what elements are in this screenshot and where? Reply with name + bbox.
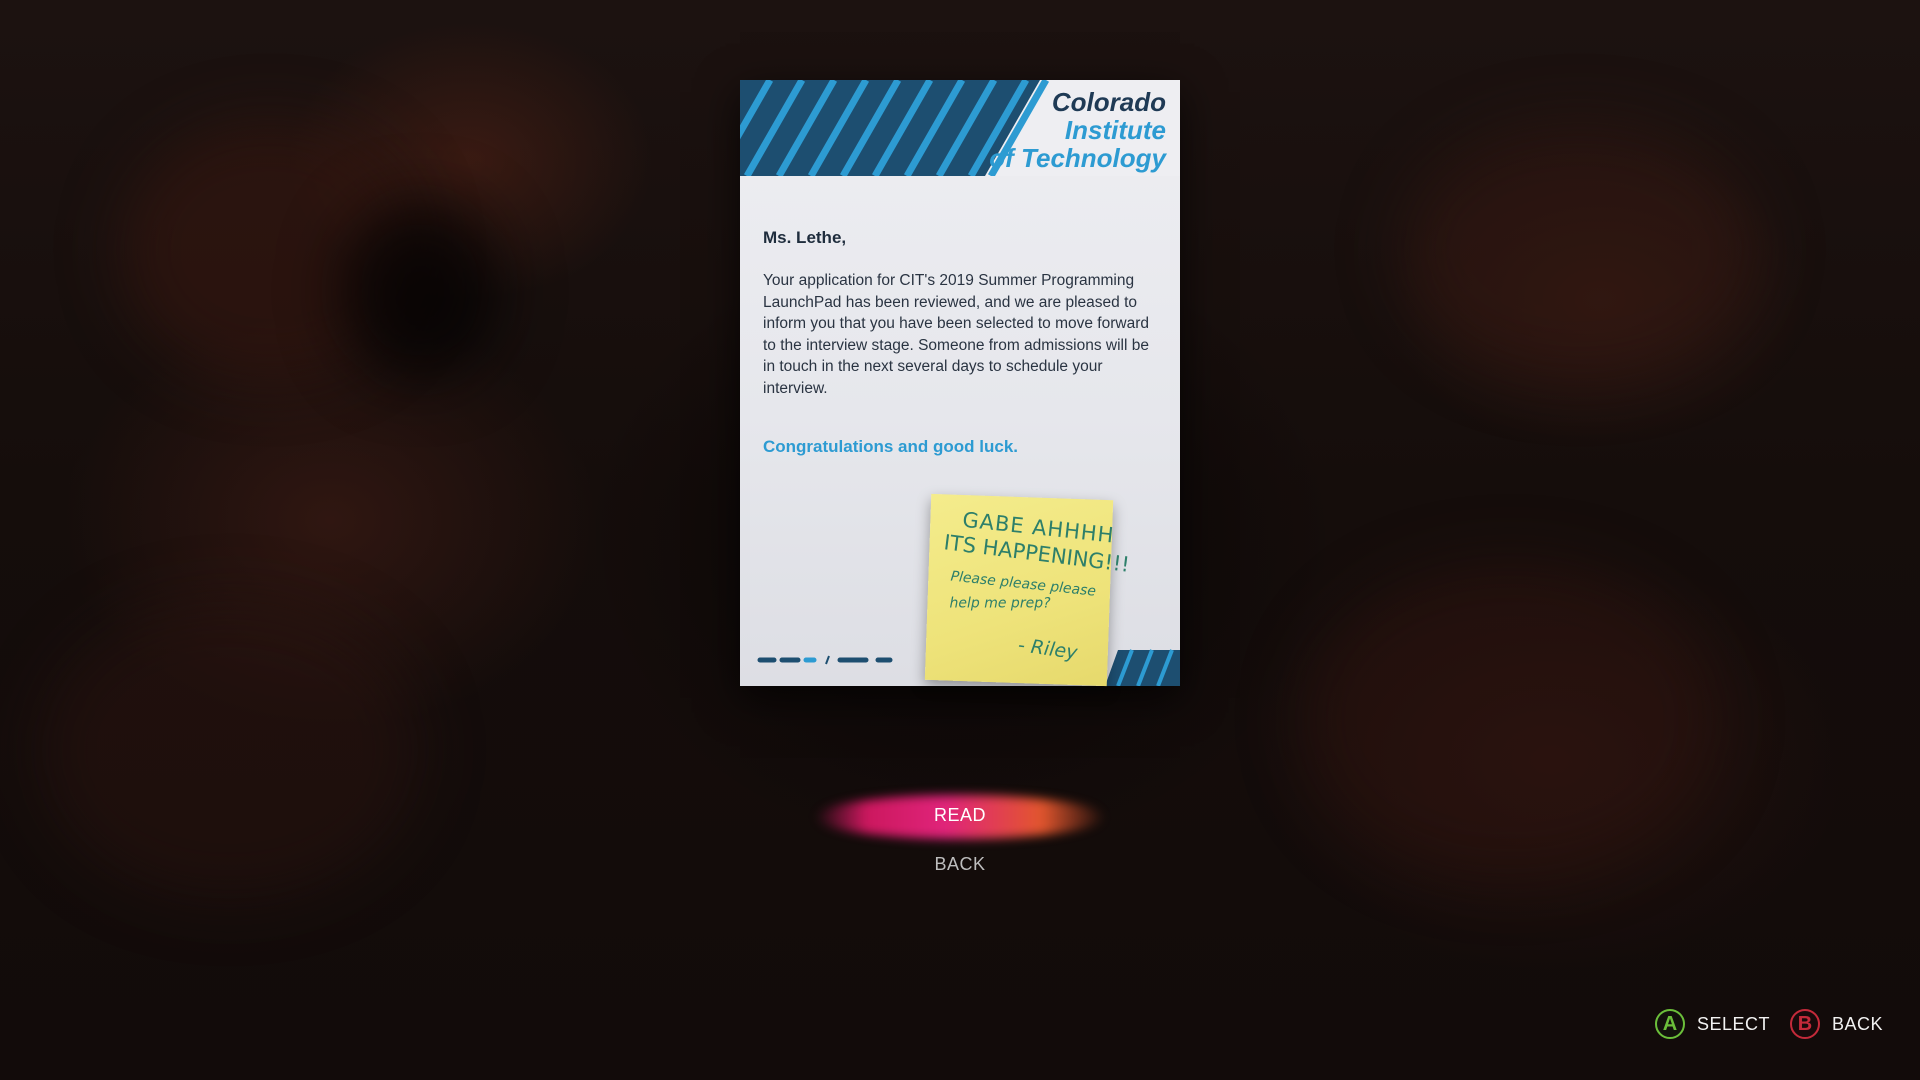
background-blur-shape [1400, 120, 1760, 380]
sticky-note-signature: - Riley [1016, 633, 1079, 665]
game-scene-background: Colorado Institute of Technology Ms. Let… [0, 0, 1920, 1080]
select-prompt[interactable]: A SELECT [1655, 1007, 1770, 1041]
select-prompt-label: SELECT [1697, 1013, 1771, 1034]
background-blur-shape [340, 200, 500, 380]
menu-item-back[interactable]: BACK [860, 854, 1060, 875]
background-blur-shape [1300, 560, 1720, 880]
b-button-icon: B [1790, 1009, 1820, 1039]
background-blur-shape [40, 600, 420, 900]
sticky-note-line: help me prep? [949, 595, 1051, 612]
back-prompt-label: BACK [1832, 1013, 1884, 1034]
back-prompt[interactable]: B BACK [1790, 1007, 1883, 1041]
a-button-icon: A [1655, 1009, 1685, 1039]
sticky-note: GABE AHHHH ITS HAPPENING!!! Please pleas… [924, 493, 1131, 687]
letter-body: Your application for CIT's 2019 Summer P… [763, 272, 1149, 397]
menu-item-read[interactable]: READ [860, 805, 1060, 826]
brand-name-line-3: of Technology [989, 143, 1166, 173]
brand-name-line-2: Institute [1064, 115, 1166, 145]
letter-closing: Congratulations and good luck. [763, 437, 1018, 456]
letter-salutation: Ms. Lethe, [763, 228, 847, 247]
brand-name-line-1: Colorado [1051, 87, 1166, 117]
